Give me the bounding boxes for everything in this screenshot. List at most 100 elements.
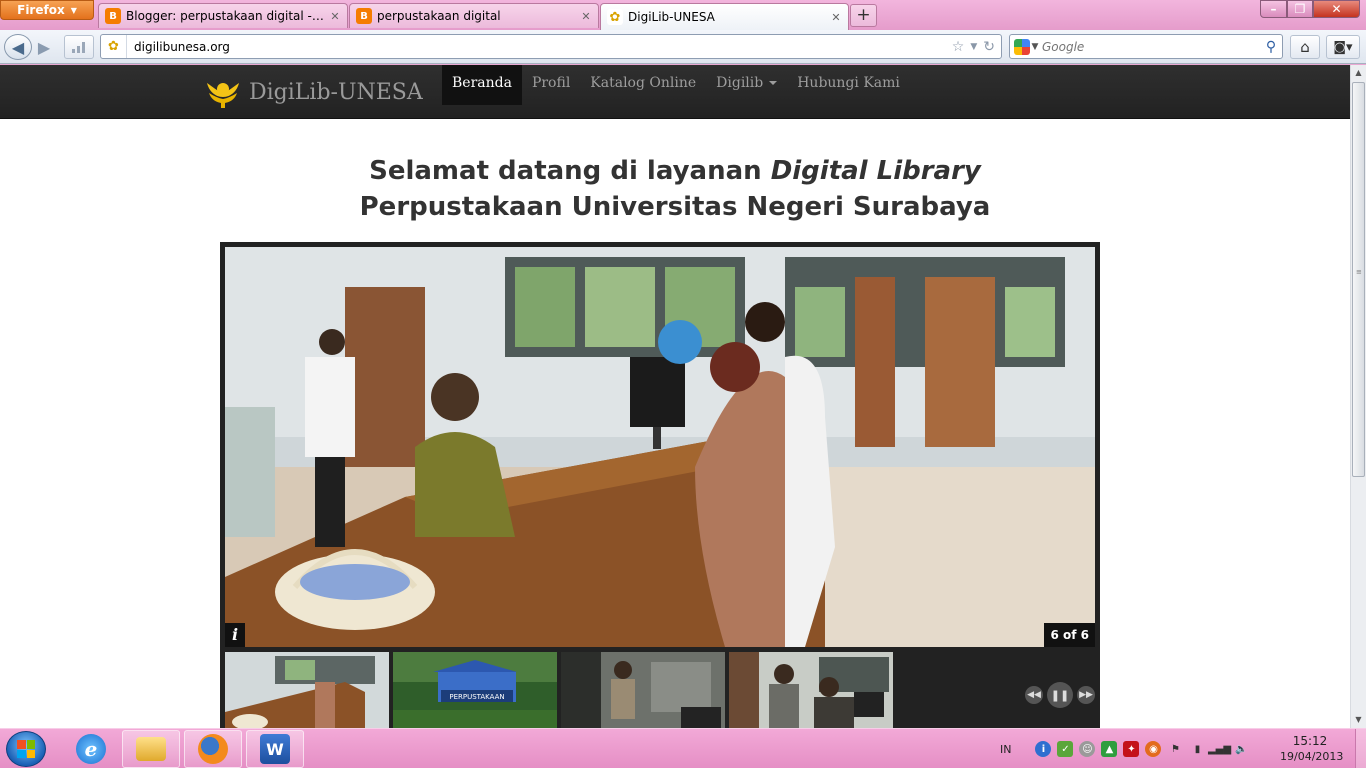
navigation-toolbar: ◀ ▶ ✿ digilibunesa.org ☆ ▼ ↻ ▼ ⚲ ⌂ ◙▾ [0,30,1366,64]
brand[interactable]: DigiLib-UNESA [205,75,423,109]
volume-icon[interactable]: 🔈 [1233,741,1249,757]
firefox-menu-button[interactable]: Firefox ▼ [0,0,94,20]
scroll-down-arrow-icon[interactable]: ▼ [1351,712,1366,728]
antivirus-icon[interactable]: ✦ [1123,741,1140,757]
back-arrow-icon: ◀ [11,37,25,57]
tab-label: Blogger: perpustakaan digital - Buat l..… [126,9,324,23]
previous-slide-button[interactable]: ◀◀ [1025,686,1043,704]
pause-button[interactable]: ❚❚ [1047,682,1073,708]
forward-arrow-icon: ▶ [37,37,51,57]
search-input[interactable] [1042,39,1260,54]
thumbnail-library-desk[interactable] [225,652,389,728]
forward-button[interactable]: ▶ [33,35,55,59]
chevron-down-icon: ▼ [70,5,77,15]
slide-photo[interactable] [225,247,1095,647]
menu-item-katalog-online[interactable]: Katalog Online [580,65,706,105]
windows-taskbar: e W IN i ✓ ☺ ▲ ✦ ◉ ⚑ ▮ ▂▄▆ 🔈 15:12 19/04… [0,728,1366,768]
vertical-scrollbar[interactable]: ▲ ≡ ▼ [1350,65,1366,728]
show-desktop-button[interactable] [1355,729,1366,768]
tab-digilib-unesa[interactable]: ✿ DigiLib-UNESA ✕ [600,3,849,30]
menu-item-digilib[interactable]: Digilib [706,65,787,105]
search-bar: ▼ ⚲ [1009,34,1283,59]
blogger-icon: B [105,8,121,24]
welcome-emphasis: Digital Library [770,156,981,186]
menu-item-hubungi-kami[interactable]: Hubungi Kami [787,65,910,105]
library-desk-thumb [225,652,389,728]
reload-icon[interactable]: ↻ [983,39,995,55]
network-signal-icon[interactable]: ▂▄▆ [1208,741,1231,757]
clock-time: 15:12 [1292,734,1328,748]
menu-item-beranda[interactable]: Beranda [442,65,522,105]
menu-item-profil[interactable]: Profil [522,65,580,105]
windows-explorer-icon [136,737,166,761]
library-reading-thumb [729,652,893,728]
thumbnail-perpustakaan-building[interactable]: PERPUSTAKAAN [393,652,557,728]
welcome-text: Selamat datang di layanan [369,156,771,186]
messenger-icon[interactable]: ☺ [1079,741,1096,757]
thumbnail-library-reading[interactable] [729,652,893,728]
start-button[interactable] [6,731,46,767]
clock[interactable]: 15:12 19/04/2013 [1280,733,1343,765]
scroll-up-arrow-icon[interactable]: ▲ [1351,65,1366,81]
menu-item-label: Digilib [716,75,764,91]
next-slide-button[interactable]: ▶▶ [1077,686,1095,704]
stats-button[interactable] [64,35,94,59]
thumbnail-library-computer[interactable] [561,652,725,728]
language-indicator[interactable]: IN [1000,743,1011,756]
addon-bar-button[interactable]: ◙▾ [1326,35,1360,59]
title-bar: Firefox ▼ B Blogger: perpustakaan digita… [0,0,1366,30]
main-menu: Beranda Profil Katalog Online Digilib Hu… [442,65,910,105]
welcome-line-1: Selamat datang di layanan Digital Librar… [0,153,1350,189]
blogger-icon: B [356,8,372,24]
close-icon[interactable]: ✕ [580,10,592,23]
close-window-button[interactable]: ✕ [1313,0,1360,18]
unesa-logo-icon: ✿ [607,9,623,25]
welcome-line-2: Perpustakaan Universitas Negeri Surabaya [359,192,991,222]
close-icon[interactable]: ✕ [830,11,842,24]
library-computer-thumb [561,652,725,728]
back-button[interactable]: ◀ [4,34,32,60]
taskbar-windows-explorer[interactable] [122,730,180,768]
action-center-flag-icon[interactable]: ⚑ [1167,741,1183,757]
tab-label: DigiLib-UNESA [628,10,715,24]
rewind-icon: ◀◀ [1027,690,1041,700]
app-tray-icon[interactable]: ◉ [1145,741,1162,757]
tab-blogger-edit[interactable]: B Blogger: perpustakaan digital - Buat l… [98,3,348,28]
site-identity-icon[interactable]: ✿ [101,35,127,58]
search-icon[interactable]: ⚲ [1260,39,1282,55]
chevron-down-icon: ▼ [1031,41,1039,52]
taskbar-word[interactable]: W [246,730,304,768]
taskbar-internet-explorer[interactable]: e [62,730,120,768]
taskbar-firefox[interactable] [184,730,242,768]
maximize-button[interactable]: ❐ [1287,0,1313,18]
home-button[interactable]: ⌂ [1290,35,1320,59]
word-icon: W [260,734,290,764]
library-circulation-desk-photo [225,247,1095,647]
url-bar[interactable]: ✿ digilibunesa.org ☆ ▼ ↻ [100,34,1002,59]
new-tab-button[interactable]: + [850,4,877,27]
slide-counter: 6 of 6 [1044,623,1095,647]
history-dropdown-icon[interactable]: ▼ [970,39,977,55]
close-icon[interactable]: ✕ [329,10,341,23]
tab-perpustakaan-digital[interactable]: B perpustakaan digital ✕ [349,3,599,28]
url-text[interactable]: digilibunesa.org [127,40,952,54]
battery-icon[interactable]: ▮ [1189,741,1205,757]
tab-label: perpustakaan digital [377,9,501,23]
minimize-button[interactable]: – [1260,0,1287,18]
puzzle-icon: ◙▾ [1333,39,1353,55]
info-button[interactable]: i [225,623,245,647]
update-icon[interactable]: ▲ [1101,741,1118,757]
page-viewport: DigiLib-UNESA Beranda Profil Katalog Onl… [0,65,1350,728]
home-icon: ⌂ [1300,38,1310,56]
scroll-thumb[interactable]: ≡ [1352,82,1365,477]
caret-down-icon [769,81,778,85]
info-icon[interactable]: i [1035,741,1052,757]
welcome-heading: Selamat datang di layanan Digital Librar… [0,153,1350,225]
security-icon[interactable]: ✓ [1057,741,1074,757]
bookmark-star-icon[interactable]: ☆ [952,39,965,55]
search-engine-selector[interactable]: ▼ [1010,38,1042,55]
thumbnail-strip: PERPUSTAKAAN [225,652,893,728]
pause-icon: ❚❚ [1050,688,1070,702]
brand-name: DigiLib-UNESA [249,79,423,105]
system-tray: IN i ✓ ☺ ▲ ✦ ◉ ⚑ ▮ ▂▄▆ 🔈 [1000,729,1249,768]
